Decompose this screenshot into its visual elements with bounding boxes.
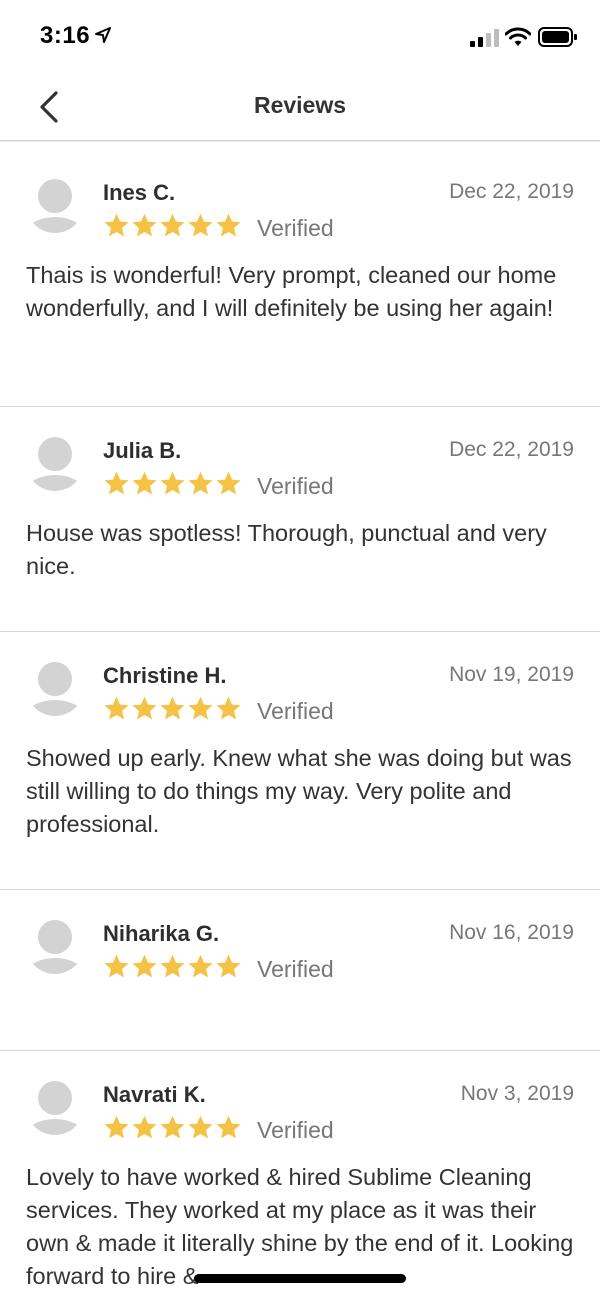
status-bar: 3:16 (0, 0, 600, 72)
review-text: Showed up early. Knew what she was doing… (26, 745, 572, 837)
verified-badge: Verified (257, 956, 334, 982)
star-icon (132, 954, 157, 978)
star-icon (132, 696, 157, 720)
star-icon (160, 954, 185, 978)
star-icon (188, 954, 213, 978)
star-icon (188, 213, 213, 237)
review-text: House was spotless! Thorough, punctual a… (26, 520, 547, 579)
page-title: Reviews (253, 92, 347, 118)
review-item: Christine H. Nov 19, 2019 Verified Showe… (0, 632, 600, 890)
review-item: Navrati K. Nov 3, 2019 Verified Lovely t… (0, 1051, 600, 1311)
avatar-placeholder-icon (26, 433, 84, 491)
star-icon (160, 696, 185, 720)
battery-icon (538, 27, 577, 47)
star-icon (216, 696, 241, 720)
navigation-bar: Reviews (0, 72, 600, 141)
verified-badge: Verified (257, 1117, 334, 1143)
star-icon (160, 1115, 185, 1139)
star-icon (188, 471, 213, 495)
star-rating (103, 470, 242, 500)
wifi-icon (505, 27, 531, 46)
star-icon (216, 1115, 241, 1139)
cellular-signal-icon (470, 29, 499, 47)
avatar-placeholder-icon (26, 916, 84, 974)
star-icon (188, 1115, 213, 1139)
avatar-placeholder-icon (26, 175, 84, 233)
star-icon (104, 1115, 129, 1139)
reviewer-name: Christine H. (103, 663, 227, 688)
star-icon (104, 471, 129, 495)
review-date: Dec 22, 2019 (449, 180, 574, 203)
star-icon (216, 213, 241, 237)
review-text: Thais is wonderful! Very prompt, cleaned… (26, 262, 557, 321)
star-icon (104, 954, 129, 978)
star-icon (132, 1115, 157, 1139)
star-rating (103, 953, 242, 983)
review-date: Nov 19, 2019 (449, 663, 574, 686)
avatar-placeholder-icon (26, 658, 84, 716)
status-time: 3:16 (40, 22, 91, 49)
review-date: Nov 3, 2019 (460, 1082, 574, 1105)
verified-badge: Verified (257, 698, 334, 724)
review-item: Ines C. Dec 22, 2019 Verified Thais is w… (0, 149, 600, 407)
star-icon (132, 213, 157, 237)
reviewer-name: Julia B. (103, 438, 182, 463)
reviewer-name: Navrati K. (103, 1082, 206, 1107)
reviewer-name: Ines C. (103, 180, 176, 205)
reviewer-name: Niharika G. (103, 921, 220, 946)
review-date: Dec 22, 2019 (449, 438, 574, 461)
home-indicator[interactable] (194, 1274, 406, 1283)
star-rating (103, 212, 242, 242)
star-icon (188, 696, 213, 720)
star-icon (104, 213, 129, 237)
avatar-placeholder-icon (26, 1077, 84, 1135)
star-rating (103, 1114, 242, 1144)
verified-badge: Verified (257, 215, 334, 241)
review-date: Nov 16, 2019 (449, 921, 574, 944)
location-arrow-icon (95, 27, 111, 43)
star-icon (160, 213, 185, 237)
review-item: Julia B. Dec 22, 2019 Verified House was… (0, 407, 600, 632)
star-icon (104, 696, 129, 720)
star-icon (160, 471, 185, 495)
star-rating (103, 695, 242, 725)
star-icon (216, 954, 241, 978)
verified-badge: Verified (257, 473, 334, 499)
star-icon (132, 471, 157, 495)
star-icon (216, 471, 241, 495)
review-item: Niharika G. Nov 16, 2019 Verified (0, 890, 600, 1051)
